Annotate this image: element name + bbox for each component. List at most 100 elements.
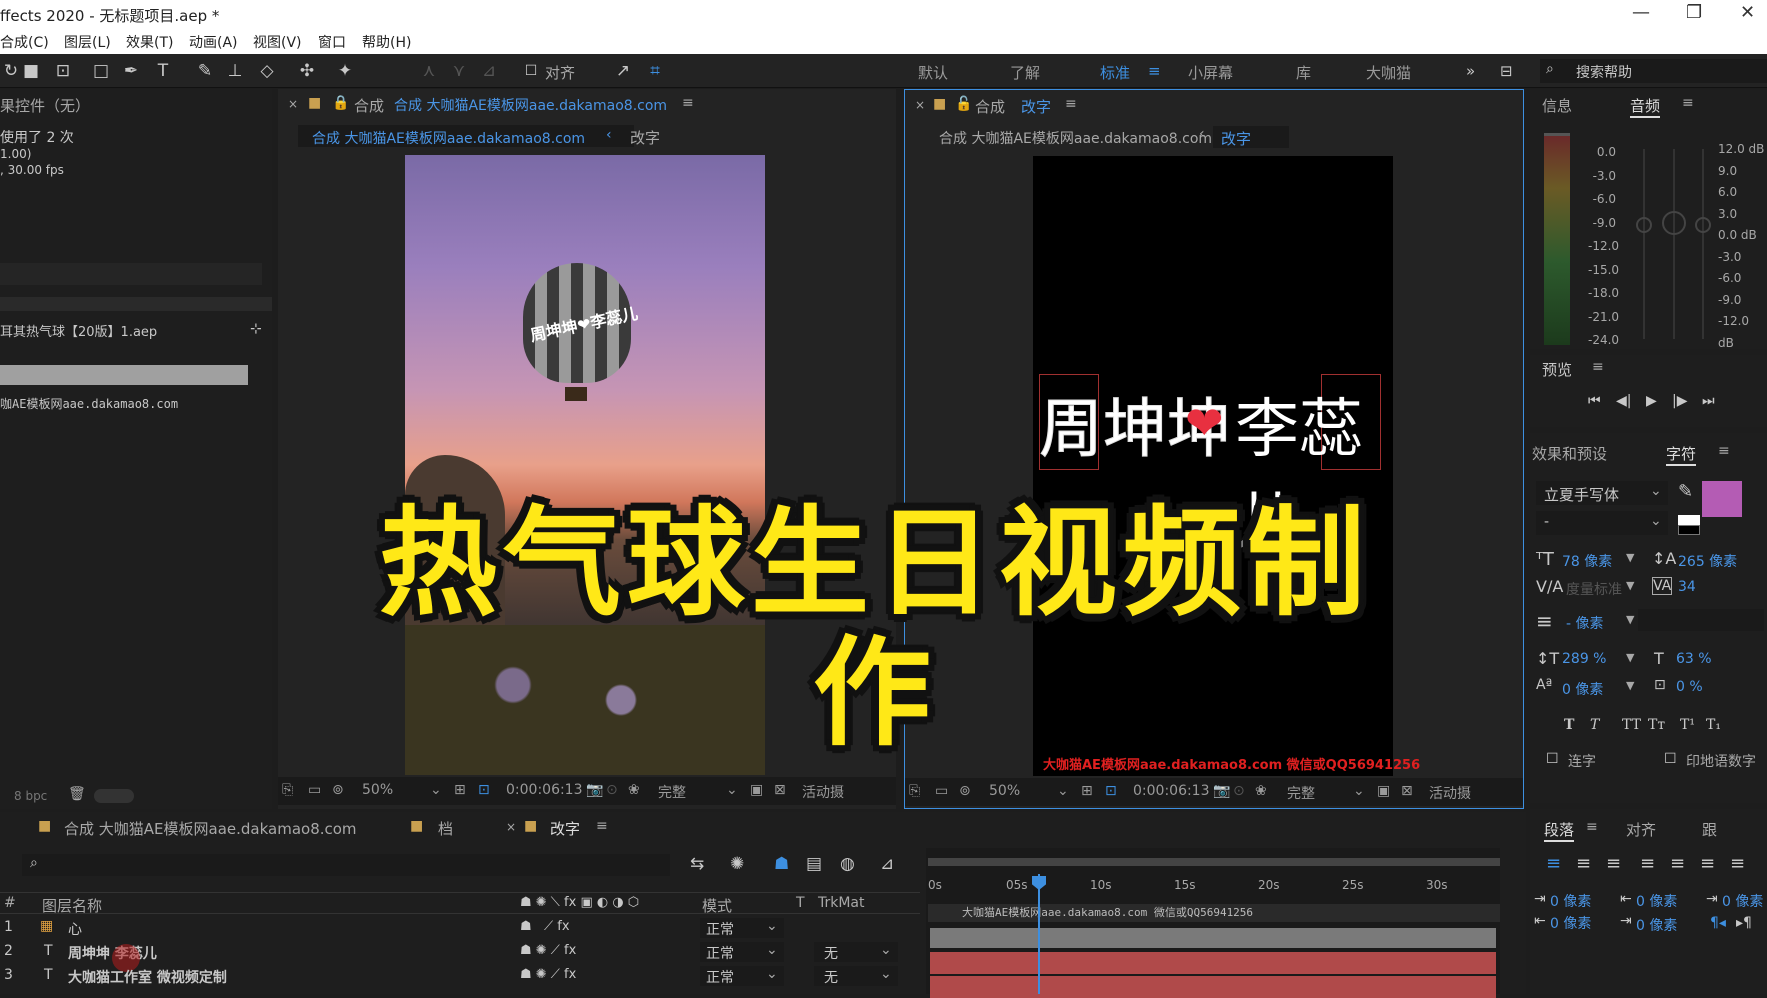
zoom-select[interactable]: 50% [362, 782, 393, 798]
tsume-value[interactable]: 0 % [1676, 679, 1703, 695]
channel-icon[interactable]: ❀ [628, 782, 640, 798]
justify-center-icon[interactable]: ≡ [1670, 853, 1685, 874]
lock-icon[interactable]: 🔓 [955, 96, 972, 112]
effects-presets-tab[interactable]: 效果和预设 [1532, 443, 1607, 464]
bpc-label[interactable]: 8 bpc [14, 789, 47, 803]
volume-slider-left[interactable] [1643, 149, 1645, 339]
stroke-white-swatch[interactable] [1678, 515, 1700, 525]
workspace-library[interactable]: 库 [1296, 62, 1311, 83]
camera-select[interactable]: 活动摄 [1429, 783, 1471, 803]
font-size-value[interactable]: 78 像素 [1562, 551, 1612, 571]
channel-icon[interactable]: ❀ [1255, 783, 1267, 799]
project-search[interactable] [0, 263, 262, 285]
monitor-icon[interactable]: ▭ [308, 782, 321, 798]
minimize-icon[interactable]: — [1632, 2, 1650, 23]
trkmat-select[interactable]: 无 ⌄ [814, 966, 898, 986]
prev-frame-icon[interactable]: ◀| [1616, 393, 1631, 409]
panel-menu-icon[interactable]: ≡ [1586, 819, 1598, 835]
layer-switches[interactable]: ☗ ⟋ fx [520, 919, 570, 934]
toggle-view-icon[interactable]: ▣ [1377, 783, 1390, 799]
layer-switches[interactable]: ☗ ✺ ⟋ fx [520, 967, 576, 982]
tracker-tab[interactable]: 跟 [1702, 819, 1717, 840]
mask-icon[interactable]: ⊚ [959, 783, 971, 799]
info-tab[interactable]: 信息 [1542, 95, 1572, 116]
text-tool-icon[interactable]: T [152, 60, 174, 82]
menu-view[interactable]: 视图(V) [253, 32, 302, 52]
workspace-default[interactable]: 默认 [918, 62, 948, 83]
frame-blending-icon[interactable]: ▤ [806, 854, 822, 874]
layer-switches[interactable]: ☗ ✺ ⟋ fx [520, 943, 576, 958]
menu-help[interactable]: 帮助(H) [362, 32, 411, 52]
subscript-button[interactable]: T₁ [1706, 717, 1721, 733]
layer-search-input[interactable]: ⌕ [22, 854, 670, 876]
indent-left-value[interactable]: 0 像素 [1550, 891, 1591, 911]
pixel-aspect-icon[interactable]: ⊠ [774, 782, 786, 798]
roto-tool-icon[interactable]: ✣ [296, 60, 318, 82]
camera-tool-icon[interactable]: ■ [20, 60, 42, 82]
stroke-width-value[interactable]: - 像素 [1566, 613, 1604, 633]
indent-first-value[interactable]: 0 像素 [1722, 891, 1763, 911]
faux-italic-button[interactable]: T [1590, 717, 1599, 733]
help-search-input[interactable]: 搜索帮助 [1576, 62, 1632, 82]
monitor-icon[interactable]: ▭ [935, 783, 948, 799]
maximize-icon[interactable]: ❐ [1686, 2, 1702, 23]
panel-menu-icon[interactable]: ≡ [1682, 95, 1694, 111]
align-checkbox[interactable]: ☐ [520, 60, 542, 82]
camera-icon[interactable]: 📷 [586, 782, 603, 798]
breadcrumb-active[interactable]: 合成 大咖猫AE模板网aae.dakamao8.com [298, 125, 634, 147]
pan-tool-icon[interactable]: ⊡ [52, 60, 74, 82]
transparency-icon[interactable]: ⊡ [1105, 783, 1117, 799]
graph-editor-icon[interactable]: ⊿ [880, 854, 894, 874]
snap-icon[interactable]: ↗ [612, 60, 634, 82]
all-caps-button[interactable]: TT [1622, 717, 1641, 733]
menu-composition[interactable]: 合成(C) [0, 32, 49, 52]
small-caps-button[interactable]: Tт [1648, 717, 1665, 733]
project-item-selected[interactable] [0, 365, 248, 385]
font-style-select[interactable]: - ⌄ [1536, 511, 1668, 535]
ltr-icon[interactable]: ¶◂ [1710, 915, 1726, 931]
show-snapshot-icon[interactable]: ⊙ [1233, 783, 1245, 799]
volume-slider-mid[interactable] [1673, 149, 1675, 339]
stamp-tool-icon[interactable]: ⊥ [224, 60, 246, 82]
last-frame-icon[interactable]: ⏭ [1702, 393, 1715, 409]
work-area-bar[interactable] [928, 858, 1500, 866]
zoom-select[interactable]: 50% [989, 783, 1020, 799]
close-tab-icon[interactable]: × [915, 98, 925, 112]
project-item-comp[interactable]: 咖AE模板网aae.dakamao8.com [0, 395, 178, 412]
eyedropper-icon[interactable]: ✎ [1678, 481, 1693, 502]
brush-tool-icon[interactable]: ✎ [194, 60, 216, 82]
layer-row[interactable]: 3 T 大咖猫工作室 微视频定制 ☗ ✺ ⟋ fx 正常 ⌄ 无 ⌄ [0, 964, 920, 988]
layer-name[interactable]: 大咖猫工作室 微视频定制 [68, 967, 227, 987]
timeline-track-area[interactable]: 0s 05s 10s 15s 20s 25s 30s 大咖猫AE模板网aae.d… [926, 848, 1500, 998]
project-item-aep[interactable]: 耳其热气球【20版】1.aep [0, 321, 157, 340]
stroke-black-swatch[interactable] [1678, 525, 1700, 535]
mode-select[interactable]: 正常 ⌄ [700, 966, 784, 986]
audio-tab[interactable]: 音频 [1630, 95, 1661, 118]
menu-window[interactable]: 窗口 [318, 32, 346, 52]
motion-blur-icon[interactable]: ◍ [840, 854, 855, 874]
trash-icon[interactable]: 🗑 [68, 786, 86, 802]
comp1-tab-name[interactable]: 合成 大咖猫AE模板网aae.dakamao8.com [394, 95, 667, 115]
timeline-tab-1[interactable]: 档 [438, 818, 453, 839]
panel-menu-icon[interactable]: ≡ [682, 95, 694, 111]
workspace-learn[interactable]: 了解 [1010, 62, 1040, 83]
timecode[interactable]: 0:00:06:13 [1133, 783, 1210, 799]
panel-menu-icon[interactable]: ≡ [1718, 443, 1730, 459]
paragraph-tab[interactable]: 段落 [1544, 819, 1575, 842]
snapshot-icon[interactable]: ⎘ [282, 782, 293, 798]
font-family-select[interactable]: 立夏手写体 ⌄ [1536, 481, 1668, 505]
volume-knob-left[interactable] [1636, 217, 1652, 233]
camera-select[interactable]: 活动摄 [802, 782, 844, 802]
playhead[interactable] [1038, 874, 1040, 994]
pen-tool-icon[interactable]: ✒ [120, 60, 142, 82]
trkmat-select[interactable]: 无 ⌄ [814, 942, 898, 962]
align-left-icon[interactable]: ≡ [1546, 853, 1561, 874]
timecode[interactable]: 0:00:06:13 [506, 782, 583, 798]
lock-icon[interactable]: 🔒 [332, 95, 349, 111]
time-ruler[interactable]: 0s 05s 10s 15s 20s 25s 30s [926, 878, 1500, 898]
tracking-value[interactable]: 34 [1678, 579, 1696, 595]
volume-knob-mid[interactable] [1662, 211, 1686, 235]
panel-menu-icon[interactable]: ≡ [1592, 359, 1604, 375]
panel-menu-icon[interactable]: ≡ [596, 818, 608, 834]
camera-icon[interactable]: 📷 [1213, 783, 1230, 799]
